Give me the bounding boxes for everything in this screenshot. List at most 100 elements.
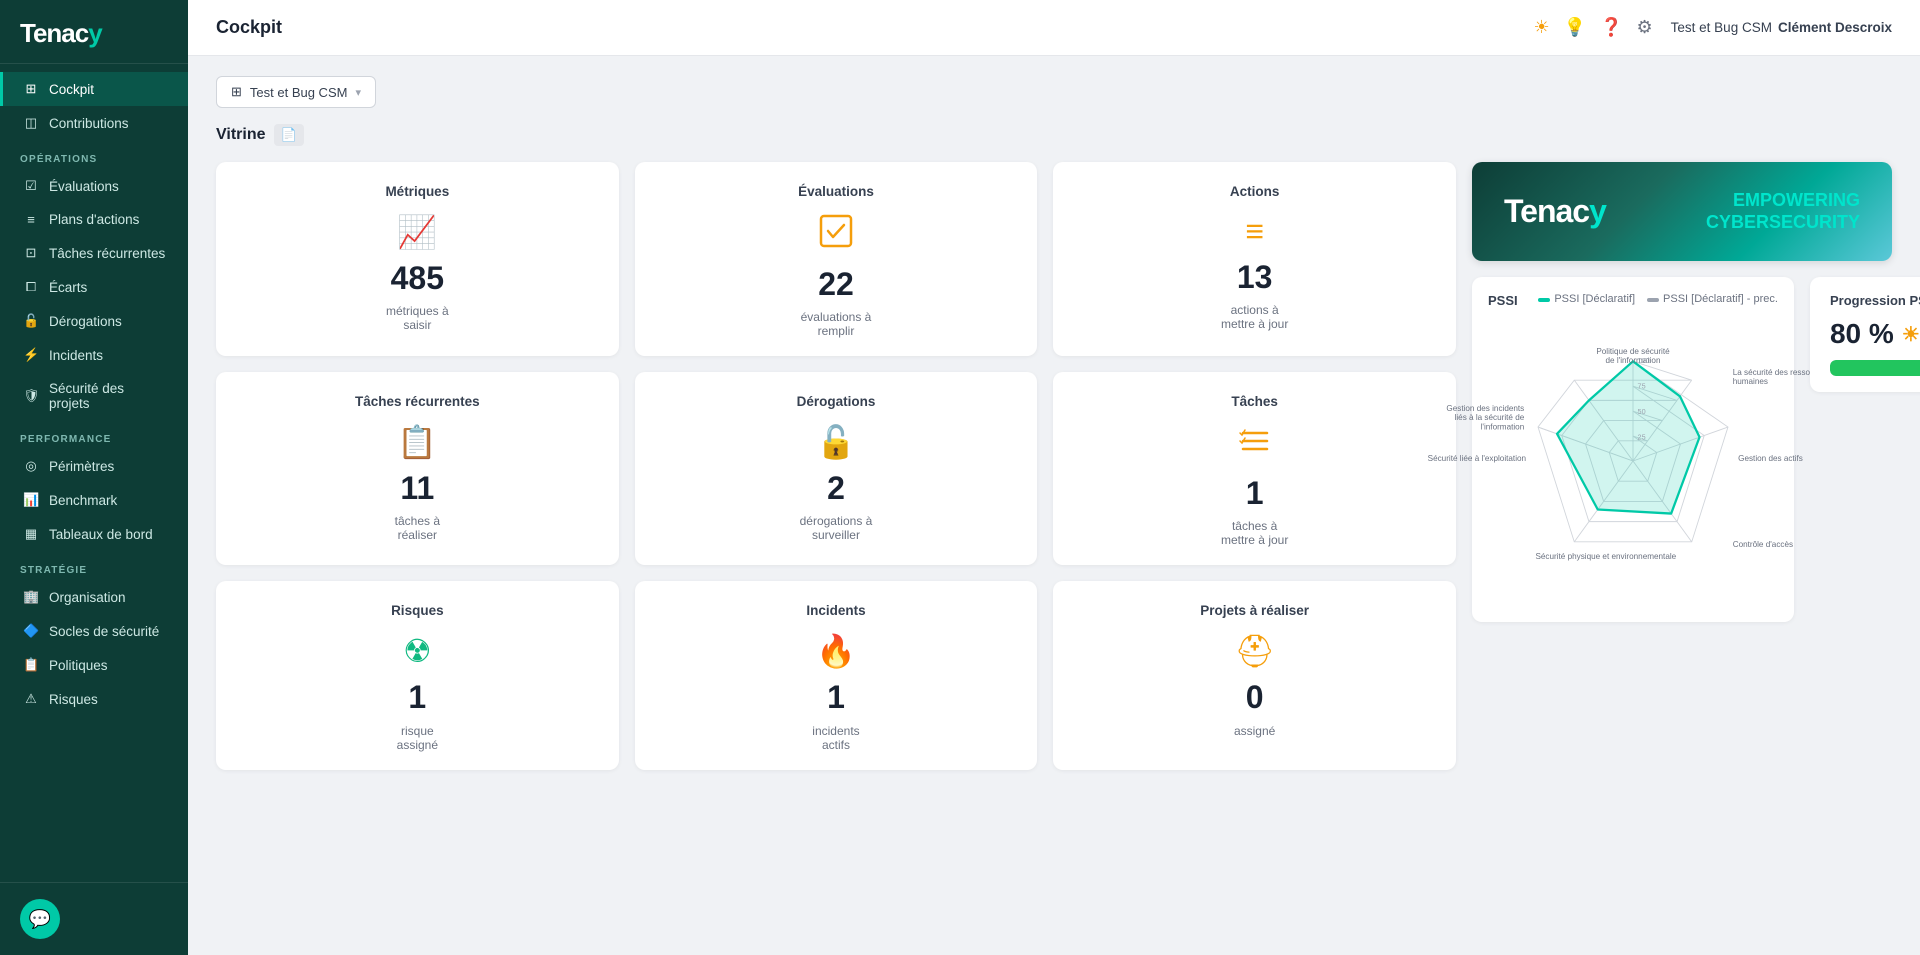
svg-text:Gestion des actifs: Gestion des actifs	[1738, 454, 1803, 463]
card-title: Métriques	[385, 184, 449, 199]
section-label-strategie: STRATÉGIE	[0, 551, 188, 580]
sidebar-item-plans-actions[interactable]: ≡ Plans d'actions	[0, 203, 188, 236]
sidebar-item-label: Incidents	[49, 348, 103, 363]
banner: Tenacy EMPOWERING CYBERSECURITY	[1472, 162, 1892, 261]
sidebar-item-label: Tâches récurrentes	[49, 246, 165, 261]
card-subtitle: incidentsactifs	[812, 724, 859, 752]
sidebar-item-cockpit[interactable]: ⊞ Cockpit	[0, 72, 188, 106]
progression-value: 80 % ☀	[1830, 318, 1920, 350]
card-subtitle: dérogations àsurveiller	[800, 514, 873, 542]
legend-gray-dot	[1647, 298, 1659, 302]
projets-icon: ⛑	[1234, 632, 1275, 670]
risques-icon: ⚠	[23, 691, 39, 707]
sidebar-item-taches-recurrentes[interactable]: ⊡ Tâches récurrentes	[0, 236, 188, 270]
incidents-icon: ⚡	[23, 347, 39, 363]
evaluations-card-icon	[818, 213, 854, 257]
sidebar-item-incidents[interactable]: ⚡ Incidents	[0, 338, 188, 372]
org-dropdown[interactable]: ⊞ Test et Bug CSM ▾	[216, 76, 376, 108]
dropdown-label: Test et Bug CSM	[250, 85, 348, 100]
banner-tagline: EMPOWERING CYBERSECURITY	[1706, 190, 1860, 233]
sidebar-item-benchmark[interactable]: 📊 Benchmark	[0, 483, 188, 517]
card-subtitle: tâches àmettre à jour	[1221, 519, 1288, 547]
sidebar-item-politiques[interactable]: 📋 Politiques	[0, 648, 188, 682]
taches-card-icon	[1237, 423, 1273, 466]
sidebar-item-label: Benchmark	[49, 493, 117, 508]
card-number: 485	[391, 261, 444, 296]
card-taches-recurrentes[interactable]: Tâches récurrentes 📋 11 tâches àréaliser	[216, 372, 619, 565]
sidebar-item-label: Plans d'actions	[49, 212, 139, 227]
dashboard-grid: Métriques 📈 485 métriques àsaisir Évalua…	[216, 162, 1892, 786]
perimetres-icon: ◎	[23, 458, 39, 474]
card-subtitle: évaluations àremplir	[801, 310, 872, 338]
topbar-icons: ☀ 💡 ❓ ⚙	[1534, 17, 1653, 38]
progression-bar-fill	[1830, 360, 1920, 376]
card-evaluations[interactable]: Évaluations 22 évaluations àremplir	[635, 162, 1038, 356]
socles-icon: 🔷	[23, 623, 39, 639]
sidebar-item-securite-projets[interactable]: 🛡 Sécurité des projets	[0, 372, 188, 420]
card-actions[interactable]: Actions ≡ 13 actions àmettre à jour	[1053, 162, 1456, 356]
sidebar-item-label: Dérogations	[49, 314, 122, 329]
progression-bar	[1830, 360, 1920, 376]
user-name: Clément Descroix	[1778, 20, 1892, 35]
sidebar-item-label: Contributions	[49, 116, 129, 131]
sidebar-item-tableaux-bord[interactable]: ▦ Tableaux de bord	[0, 517, 188, 551]
pssi-section: PSSI PSSI [Déclaratif] PSSI [Déclaratif]…	[1472, 277, 1794, 622]
cards-row-3: Risques ☢ 1 risqueassigné Incidents 🔥 1 …	[216, 581, 1456, 769]
sun-icon[interactable]: ☀	[1534, 17, 1550, 38]
help-icon[interactable]: ❓	[1600, 17, 1622, 38]
sidebar-item-contributions[interactable]: ◫ Contributions	[0, 106, 188, 140]
card-risques[interactable]: Risques ☢ 1 risqueassigné	[216, 581, 619, 769]
logo: Tenacy	[0, 0, 188, 64]
card-number: 2	[827, 471, 845, 506]
section-label: Vitrine 📄	[216, 124, 1892, 146]
settings-icon[interactable]: ⚙	[1637, 17, 1653, 38]
sidebar-item-evaluations[interactable]: ☑ Évaluations	[0, 169, 188, 203]
card-subtitle: risqueassigné	[397, 724, 438, 752]
chat-button[interactable]: 💬	[20, 899, 60, 939]
cards-row-2: Tâches récurrentes 📋 11 tâches àréaliser…	[216, 372, 1456, 565]
card-number: 0	[1246, 680, 1264, 715]
svg-text:Politique de sécurité: Politique de sécurité	[1596, 347, 1670, 356]
sidebar-item-derogations[interactable]: 🔓 Dérogations	[0, 304, 188, 338]
sidebar: Tenacy ⊞ Cockpit ◫ Contributions OPÉRATI…	[0, 0, 188, 955]
svg-text:Contrôle d'accès: Contrôle d'accès	[1733, 540, 1793, 549]
svg-text:50: 50	[1638, 407, 1646, 416]
actions-icon: ≡	[1245, 213, 1264, 250]
derogations-icon: 🔓	[23, 313, 39, 329]
sidebar-item-organisation[interactable]: 🏢 Organisation	[0, 580, 188, 614]
export-icon[interactable]: 📄	[274, 124, 304, 146]
svg-text:humaines: humaines	[1733, 377, 1768, 386]
card-title: Dérogations	[797, 394, 876, 409]
sidebar-item-perimetres[interactable]: ◎ Périmètres	[0, 449, 188, 483]
main: Cockpit ☀ 💡 ❓ ⚙ Test et Bug CSM Clément …	[188, 0, 1920, 955]
derogations-card-icon: 🔓	[816, 423, 856, 461]
card-number: 11	[400, 471, 434, 506]
sidebar-item-label: Tableaux de bord	[49, 527, 153, 542]
page-title: Cockpit	[216, 17, 282, 38]
dropdown-icon: ⊞	[231, 84, 242, 100]
card-projets[interactable]: Projets à réaliser ⛑ 0 assigné	[1053, 581, 1456, 769]
pssi-title: PSSI	[1488, 293, 1518, 308]
banner-logo: Tenacy	[1504, 193, 1606, 230]
topbar-right: ☀ 💡 ❓ ⚙ Test et Bug CSM Clément Descroix	[1534, 17, 1892, 38]
progression-section: Progression PSSI 80 % ☀	[1810, 277, 1920, 392]
metriques-icon: 📈	[397, 213, 437, 251]
sidebar-item-socles[interactable]: 🔷 Socles de sécurité	[0, 614, 188, 648]
sidebar-item-label: Écarts	[49, 280, 87, 295]
sidebar-item-ecarts[interactable]: ⧠ Écarts	[0, 270, 188, 304]
bulb-icon[interactable]: 💡	[1564, 17, 1586, 38]
benchmark-icon: 📊	[23, 492, 39, 508]
pssi-header: PSSI PSSI [Déclaratif] PSSI [Déclaratif]…	[1488, 293, 1778, 308]
sidebar-item-risques[interactable]: ⚠ Risques	[0, 682, 188, 716]
card-taches[interactable]: Tâches 1 tâches àmettre à jour	[1053, 372, 1456, 565]
plans-icon: ≡	[23, 212, 39, 227]
card-metriques[interactable]: Métriques 📈 485 métriques àsaisir	[216, 162, 619, 356]
card-derogations[interactable]: Dérogations 🔓 2 dérogations àsurveiller	[635, 372, 1038, 565]
svg-text:75: 75	[1638, 382, 1646, 391]
filter-row: ⊞ Test et Bug CSM ▾	[216, 76, 1892, 108]
incidents-card-icon: 🔥	[816, 632, 856, 670]
card-incidents[interactable]: Incidents 🔥 1 incidentsactifs	[635, 581, 1038, 769]
svg-text:de l'information: de l'information	[1606, 356, 1661, 365]
radar-chart: Politique de sécurité de l'information L…	[1488, 316, 1778, 606]
sidebar-nav: ⊞ Cockpit ◫ Contributions OPÉRATIONS ☑ É…	[0, 64, 188, 882]
